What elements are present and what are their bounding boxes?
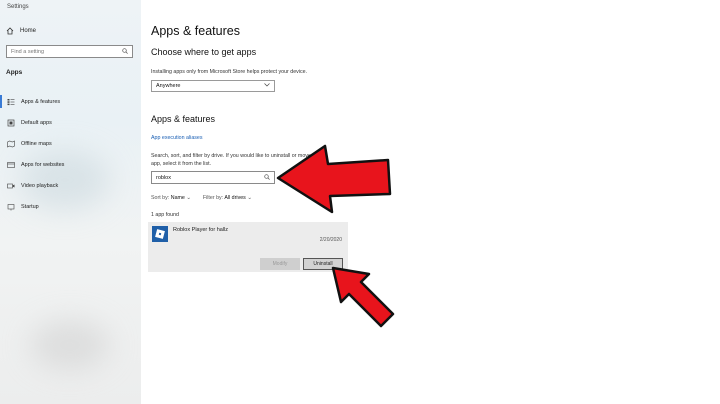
settings-sidebar: Settings Home Find a setting Apps Apps &…: [0, 0, 141, 404]
sidebar-item-label: Default apps: [21, 119, 52, 126]
app-search-value: roblox: [156, 174, 171, 181]
modify-button[interactable]: Modify: [260, 258, 300, 270]
default-apps-icon: [7, 119, 15, 127]
sidebar-item-apps-features[interactable]: Apps & features: [0, 91, 141, 112]
page-title: Apps & features: [151, 24, 240, 38]
sidebar-item-label: Video playback: [21, 182, 59, 189]
search-description-line-2: app, select it from the list.: [151, 161, 212, 167]
app-name: Roblox Player for hallz: [173, 227, 229, 233]
nav-home[interactable]: Home: [6, 27, 36, 35]
sort-by-value: Name: [170, 195, 185, 201]
find-setting-placeholder: Find a setting: [11, 48, 45, 55]
apps-features-heading: Apps & features: [151, 114, 216, 124]
sort-filter-row: Sort by: Name ⌄ Filter by: All drives ⌄: [151, 195, 252, 201]
home-icon: [6, 27, 14, 35]
app-install-date: 2/20/2020: [319, 237, 342, 243]
apps-found-count: 1 app found: [151, 212, 179, 218]
app-list-item[interactable]: Roblox Player for hallz 2/20/2020 Modify…: [148, 222, 348, 272]
startup-icon: [7, 203, 15, 211]
sidebar-item-startup[interactable]: Startup: [0, 196, 141, 217]
sidebar-nav: Apps & features Default apps Offline map…: [0, 91, 141, 217]
map-icon: [7, 140, 15, 148]
nav-home-label: Home: [20, 28, 37, 34]
sidebar-item-offline-maps[interactable]: Offline maps: [0, 133, 141, 154]
video-icon: [7, 182, 15, 190]
sidebar-item-video-playback[interactable]: Video playback: [0, 175, 141, 196]
sidebar-item-label: Startup: [21, 203, 39, 210]
filter-by-control[interactable]: Filter by: All drives ⌄: [203, 195, 252, 201]
sidebar-item-label: Offline maps: [21, 140, 52, 147]
annotation-arrow-left-icon: [276, 144, 392, 214]
sidebar-section-apps: Apps: [6, 69, 23, 76]
app-source-dropdown[interactable]: Anywhere: [151, 80, 275, 92]
sidebar-item-default-apps[interactable]: Default apps: [0, 112, 141, 133]
apps-list-icon: [7, 98, 15, 106]
sidebar-item-label: Apps for websites: [21, 161, 65, 168]
find-setting-input[interactable]: Find a setting: [6, 45, 133, 58]
chevron-down-icon: ⌄: [186, 195, 191, 201]
app-execution-aliases-link[interactable]: App execution aliases: [151, 135, 203, 141]
sidebar-item-apps-for-websites[interactable]: Apps for websites: [0, 154, 141, 175]
sidebar-item-label: Apps & features: [21, 98, 61, 105]
app-search-input[interactable]: roblox: [151, 171, 275, 184]
app-source-value: Anywhere: [156, 83, 181, 89]
blurred-background: [30, 320, 110, 370]
filter-by-value: All drives: [224, 195, 246, 201]
chevron-down-icon: [264, 83, 270, 89]
roblox-app-icon: [152, 226, 168, 242]
link-icon: [7, 161, 15, 169]
chevron-down-icon: ⌄: [247, 195, 252, 201]
annotation-arrow-up-left-icon: [331, 266, 395, 328]
filter-by-label: Filter by:: [202, 195, 224, 201]
choose-apps-heading: Choose where to get apps: [151, 47, 257, 57]
sort-by-control[interactable]: Sort by: Name ⌄: [151, 195, 191, 201]
sort-by-label: Sort by:: [151, 195, 170, 201]
choose-apps-description: Installing apps only from Microsoft Stor…: [151, 69, 308, 75]
window-title: Settings: [7, 4, 29, 10]
search-icon: [122, 47, 128, 56]
